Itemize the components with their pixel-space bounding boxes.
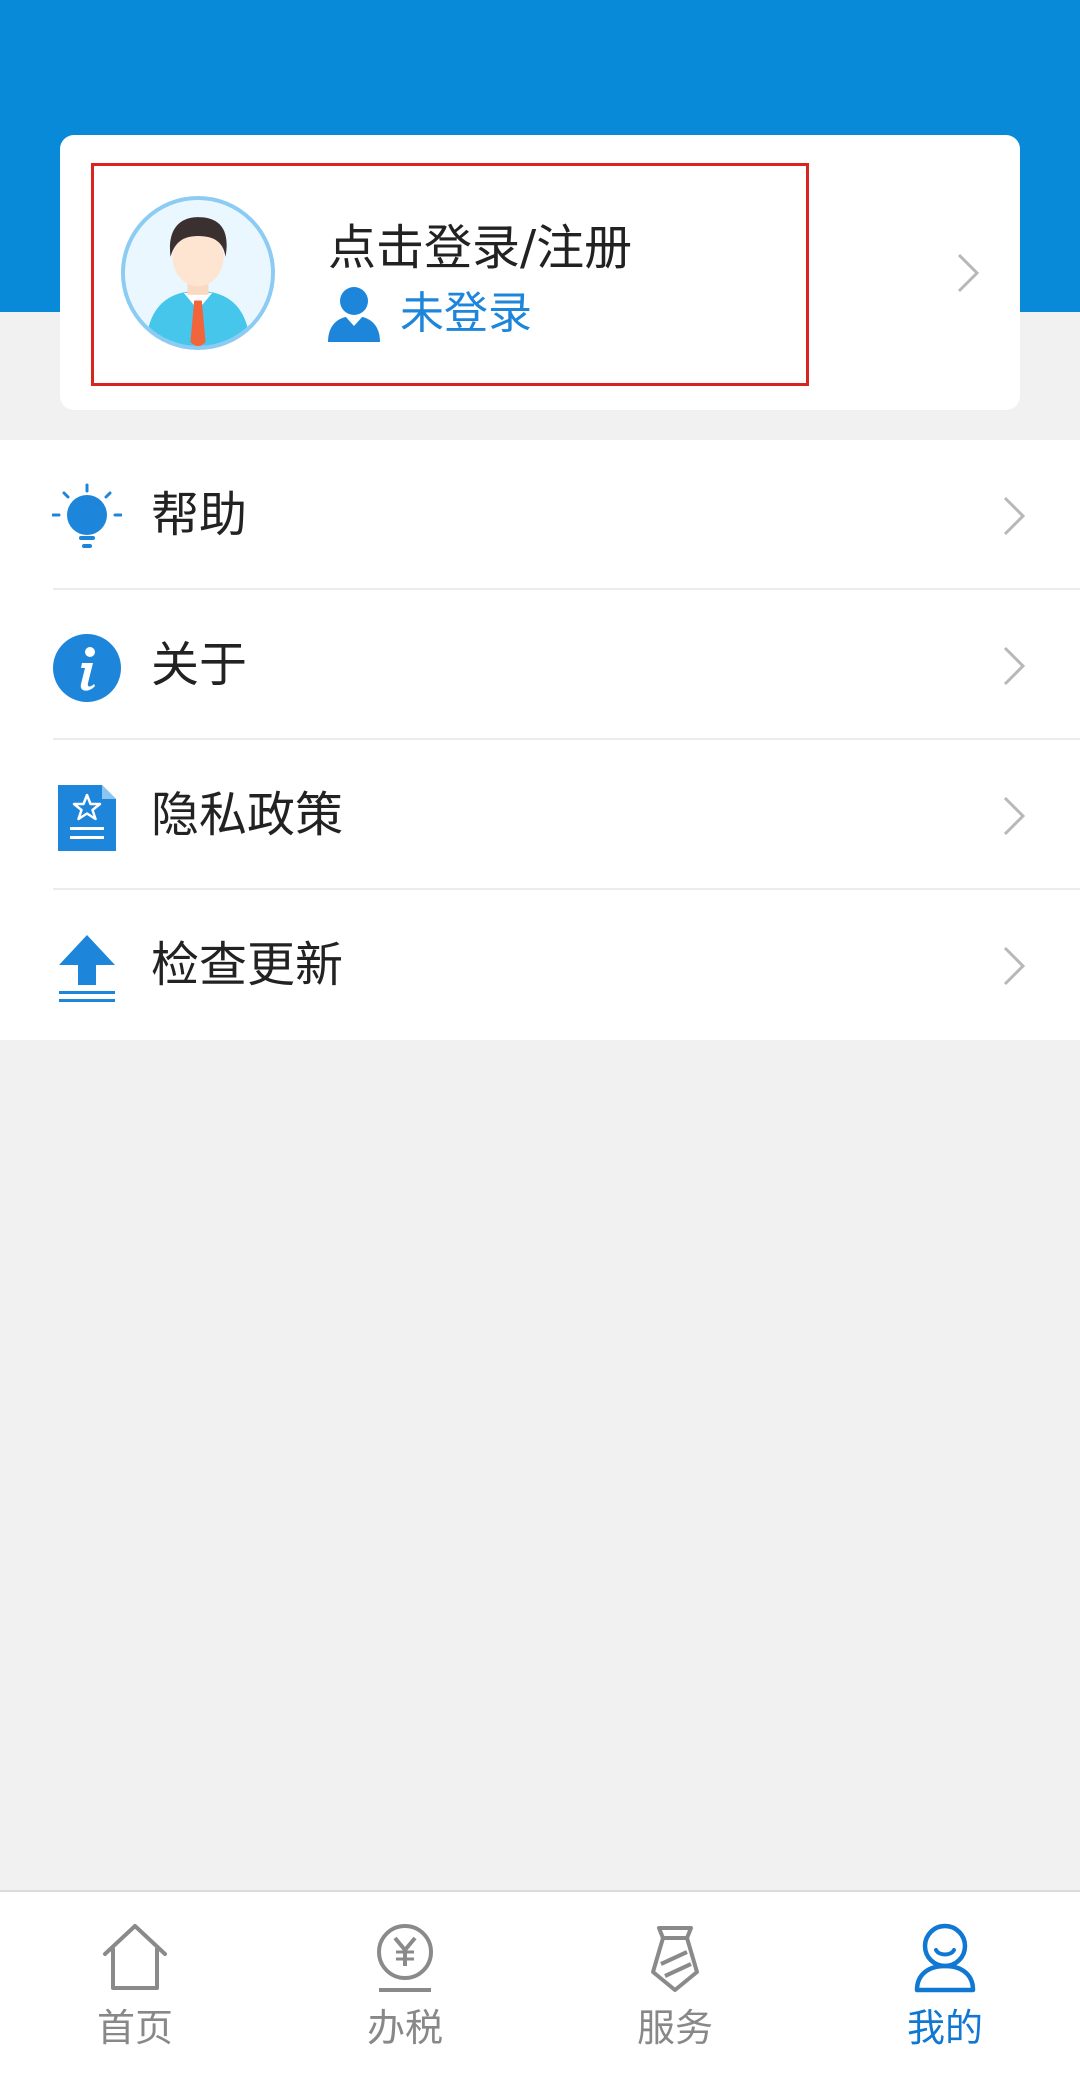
home-icon (101, 1922, 169, 1994)
login-status: 未登录 (328, 284, 532, 344)
chevron-right-icon (1002, 496, 1026, 536)
tab-label: 首页 (96, 2006, 173, 2050)
menu-item-label: 关于 (151, 637, 248, 693)
menu-item-check-update[interactable]: 检查更新 (0, 890, 1080, 1040)
chevron-right-icon (1002, 796, 1026, 836)
tab-label: 服务 (636, 2006, 713, 2050)
settings-menu: 帮助 关于 隐私政策 检查更新 (0, 440, 1080, 1040)
upload-icon (52, 933, 122, 1003)
menu-item-help[interactable]: 帮助 (0, 440, 1080, 590)
menu-item-privacy-policy[interactable]: 隐私政策 (0, 740, 1080, 890)
tab-home[interactable]: 首页 (0, 1892, 270, 2076)
login-status-text: 未登录 (400, 288, 532, 339)
menu-item-label: 隐私政策 (151, 787, 344, 843)
tab-tax[interactable]: 办税 (270, 1892, 540, 2076)
chevron-right-icon (1002, 946, 1026, 986)
bottom-tab-bar: 首页 办税 服务 我的 (0, 1890, 1080, 2076)
tab-label: 办税 (366, 2006, 443, 2050)
chevron-right-icon (1002, 646, 1026, 686)
avatar-person-icon (125, 200, 271, 346)
tab-service[interactable]: 服务 (540, 1892, 810, 2076)
tab-mine[interactable]: 我的 (810, 1892, 1080, 2076)
tab-label: 我的 (906, 2006, 983, 2050)
yen-coin-icon (371, 1922, 439, 1994)
chevron-right-icon[interactable] (956, 253, 980, 293)
document-star-icon (52, 783, 122, 853)
user-icon (328, 287, 380, 342)
avatar[interactable] (121, 196, 275, 350)
menu-item-about[interactable]: 关于 (0, 590, 1080, 740)
info-icon (52, 633, 122, 703)
mine-page: 点击登录/注册 未登录 帮助 关于 隐私政策 检查更新 首页 办税 服务 我的 (0, 0, 1080, 2076)
tie-icon (641, 1922, 709, 1994)
menu-item-label: 检查更新 (151, 937, 344, 993)
login-register-link[interactable]: 点击登录/注册 (328, 218, 632, 278)
person-icon (911, 1922, 979, 1994)
menu-item-label: 帮助 (151, 487, 248, 543)
lightbulb-icon (52, 483, 122, 553)
